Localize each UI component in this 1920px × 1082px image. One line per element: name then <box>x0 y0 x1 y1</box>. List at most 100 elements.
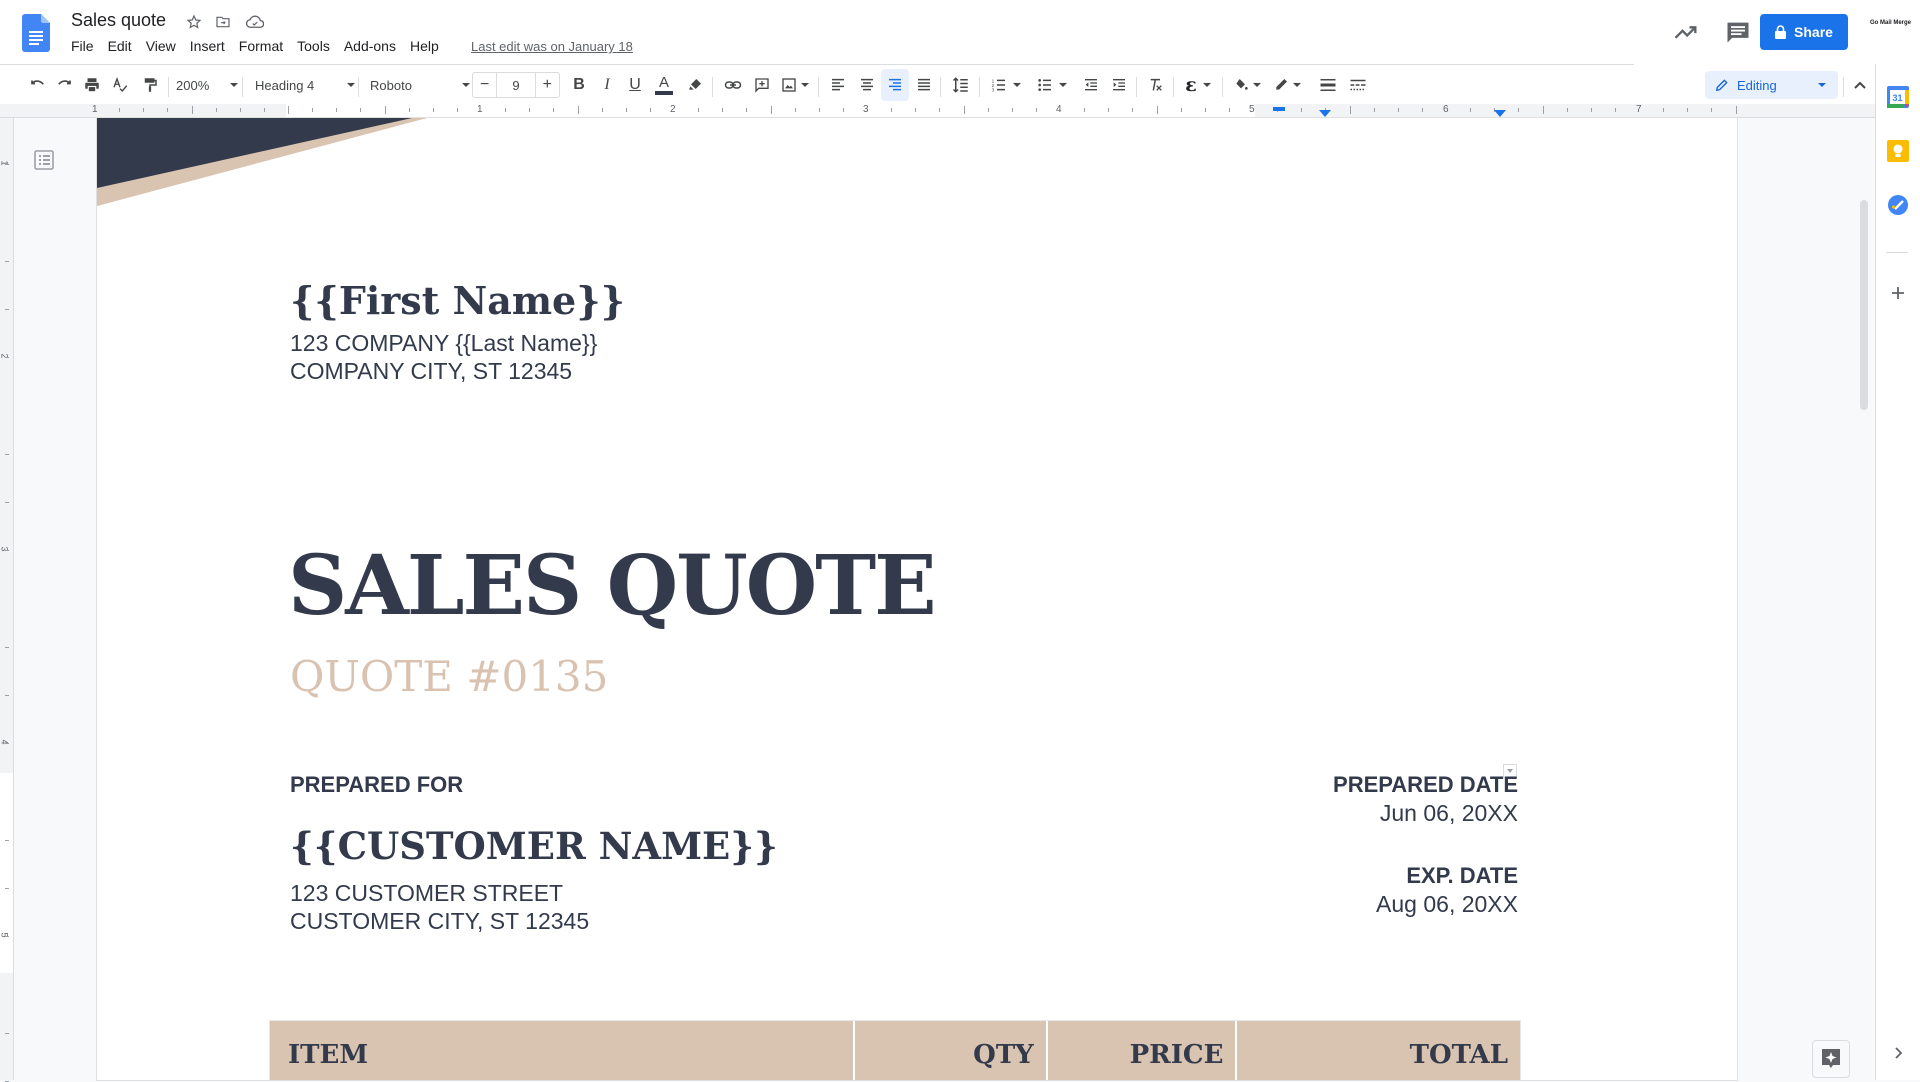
horizontal-ruler[interactable]: 1 1 2 3 4 5 6 7 <box>0 104 1875 118</box>
bulleted-list-icon[interactable] <box>1032 73 1072 97</box>
sender-first-name[interactable]: {{First Name}} <box>290 278 625 323</box>
menu-format[interactable]: Format <box>232 36 290 56</box>
table-header-price[interactable]: PRICE <box>1048 1021 1238 1080</box>
vertical-ruler-tick <box>5 550 9 551</box>
insert-image-icon[interactable] <box>778 73 812 97</box>
document-title[interactable]: Sales quote <box>71 10 166 31</box>
underline-icon[interactable]: U <box>623 73 647 97</box>
table-header-item[interactable]: ITEM <box>270 1021 856 1080</box>
align-center-icon[interactable] <box>855 73 879 97</box>
insert-link-icon[interactable] <box>720 73 746 97</box>
increase-font-size-button[interactable]: + <box>536 73 559 97</box>
prepared-for-label[interactable]: PREPARED FOR <box>290 772 463 798</box>
activity-dashboard-icon[interactable] <box>1672 18 1700 46</box>
redo-icon[interactable] <box>52 73 76 97</box>
ruler-tick <box>795 108 796 112</box>
menu-file[interactable]: File <box>64 36 101 56</box>
border-fill-color-icon[interactable] <box>1230 73 1264 97</box>
comments-icon[interactable] <box>1724 18 1752 46</box>
vertical-ruler-tick <box>5 261 9 262</box>
table-header-qty[interactable]: QTY <box>855 1021 1048 1080</box>
align-right-icon[interactable] <box>881 69 909 101</box>
get-add-ons-plus-icon[interactable] <box>1887 282 1909 304</box>
hide-menus-chevron-up-icon[interactable] <box>1848 73 1872 97</box>
table-header-total[interactable]: TOTAL <box>1237 1021 1520 1080</box>
document-heading[interactable]: SALES QUOTE <box>288 538 937 634</box>
left-indent-marker[interactable] <box>1319 110 1331 117</box>
docs-logo-icon[interactable] <box>22 14 50 52</box>
add-comment-icon[interactable] <box>750 73 774 97</box>
mail-merge-addon-icon[interactable]: Go Mail Merge <box>1870 20 1914 42</box>
prepared-date-label[interactable]: PREPARED DATE <box>1333 772 1518 798</box>
border-dash-icon[interactable] <box>1346 73 1370 97</box>
right-indent-marker[interactable] <box>1494 110 1506 117</box>
last-edit-link[interactable]: Last edit was on January 18 <box>471 39 633 54</box>
ruler-tick <box>1301 108 1302 112</box>
ruler-tick <box>553 108 554 112</box>
explore-button[interactable] <box>1812 1040 1850 1078</box>
calendar-icon[interactable]: 31 <box>1887 86 1909 108</box>
toolbar-divider <box>1173 77 1174 97</box>
zoom-select[interactable]: 200% <box>176 73 238 97</box>
vertical-ruler-tick <box>5 888 9 889</box>
highlight-color-icon[interactable] <box>683 73 707 97</box>
prepared-date-value[interactable]: Jun 06, 20XX <box>1380 800 1518 827</box>
menu-view[interactable]: View <box>139 36 183 56</box>
menu-tools[interactable]: Tools <box>290 36 337 56</box>
increase-indent-icon[interactable] <box>1107 73 1131 97</box>
first-line-indent-marker[interactable] <box>1273 107 1285 111</box>
italic-icon[interactable]: I <box>595 73 619 97</box>
document-page[interactable]: {{First Name}} 123 COMPANY {{Last Name}}… <box>97 118 1737 1080</box>
customer-address-line1[interactable]: 123 CUSTOMER STREET <box>290 880 563 907</box>
company-address-line2[interactable]: COMPANY CITY, ST 12345 <box>290 358 572 385</box>
customer-address-line2[interactable]: CUSTOMER CITY, ST 12345 <box>290 908 589 935</box>
font-size-input[interactable]: 9 <box>496 73 536 97</box>
ruler-tick <box>360 108 361 112</box>
vertical-ruler[interactable]: 12345 <box>0 118 14 1082</box>
ruler-tick <box>119 108 120 112</box>
editing-mode-select[interactable]: Editing <box>1705 71 1838 99</box>
numbered-list-icon[interactable]: 123 <box>986 73 1026 97</box>
quote-number[interactable]: QUOTE #0135 <box>290 652 608 701</box>
move-folder-icon[interactable] <box>213 12 233 32</box>
paint-format-icon[interactable] <box>138 73 162 97</box>
vertical-scrollbar[interactable] <box>1860 200 1868 410</box>
menu-insert[interactable]: Insert <box>183 36 232 56</box>
border-color-icon[interactable] <box>1270 73 1304 97</box>
menu-help[interactable]: Help <box>403 36 446 56</box>
chevron-down-icon <box>347 83 355 87</box>
document-outline-icon[interactable] <box>34 150 54 170</box>
font-family-select[interactable]: Roboto <box>370 73 470 97</box>
customer-name[interactable]: {{CUSTOMER NAME}} <box>290 824 778 868</box>
menu-add-ons[interactable]: Add-ons <box>337 36 403 56</box>
company-address-line1[interactable]: 123 COMPANY {{Last Name}} <box>290 330 597 357</box>
ruler-tick <box>746 108 747 112</box>
line-spacing-icon[interactable] <box>948 73 974 97</box>
equation-icon[interactable]: ε <box>1180 73 1216 97</box>
paragraph-style-select[interactable]: Heading 4 <box>255 73 355 97</box>
align-left-icon[interactable] <box>826 73 850 97</box>
bold-icon[interactable]: B <box>567 73 591 97</box>
border-width-icon[interactable] <box>1316 73 1340 97</box>
keep-icon[interactable] <box>1887 140 1909 162</box>
exp-date-label[interactable]: EXP. DATE <box>1406 863 1518 889</box>
ruler-tick <box>240 108 241 112</box>
justify-icon[interactable] <box>912 73 936 97</box>
star-icon[interactable] <box>184 12 204 32</box>
vertical-ruler-tick <box>5 357 9 358</box>
share-button[interactable]: Share <box>1760 14 1848 50</box>
spellcheck-icon[interactable] <box>108 73 132 97</box>
decrease-indent-icon[interactable] <box>1079 73 1103 97</box>
exp-date-value[interactable]: Aug 06, 20XX <box>1376 891 1518 918</box>
decrease-font-size-button[interactable]: − <box>473 73 496 97</box>
text-color-icon[interactable]: A <box>652 73 676 97</box>
title-bar: Sales quote File Edit View Insert Format… <box>0 0 1920 64</box>
ruler-tick <box>915 108 916 112</box>
cloud-saved-icon[interactable] <box>245 12 265 32</box>
clear-formatting-icon[interactable] <box>1144 73 1168 97</box>
expand-panel-chevron-right-icon[interactable] <box>1887 1042 1909 1064</box>
undo-icon[interactable] <box>26 73 50 97</box>
menu-edit[interactable]: Edit <box>101 36 139 56</box>
tasks-icon[interactable] <box>1887 194 1909 216</box>
print-icon[interactable] <box>80 73 104 97</box>
